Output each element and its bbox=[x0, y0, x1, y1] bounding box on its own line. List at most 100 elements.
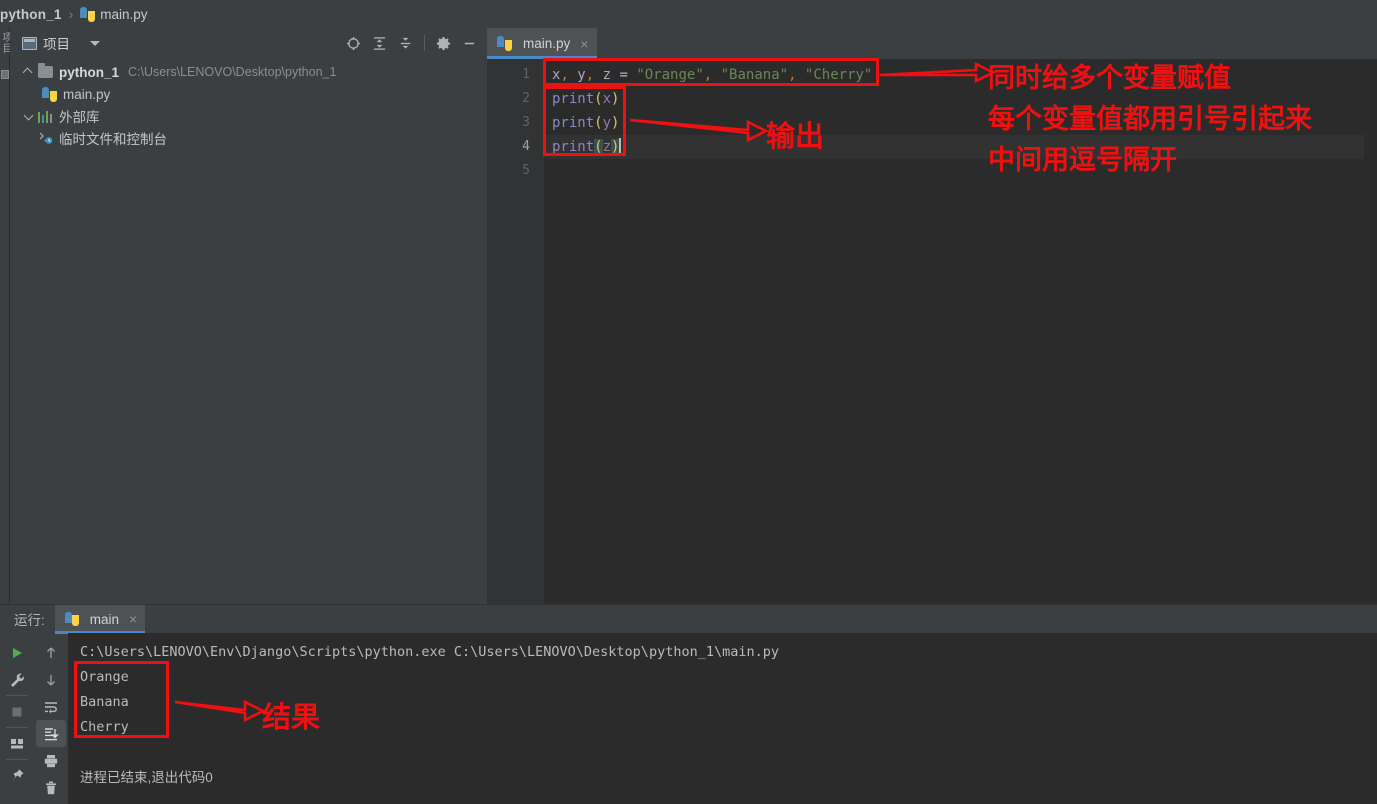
project-panel-title: 项目 bbox=[43, 37, 70, 52]
code-token: = bbox=[611, 67, 637, 83]
folder-icon bbox=[38, 63, 53, 78]
breadcrumb: python_1 › main.py bbox=[0, 0, 1377, 28]
project-view-icon bbox=[22, 36, 37, 50]
code-token: ( bbox=[594, 91, 603, 107]
line-number: 1 bbox=[522, 67, 530, 82]
code-token: "Banana" bbox=[712, 67, 789, 83]
stop-icon[interactable] bbox=[2, 698, 32, 725]
python-file-icon bbox=[497, 36, 512, 51]
code-token: print bbox=[552, 139, 595, 155]
tree-item-external-libraries[interactable]: 外部库 bbox=[10, 105, 487, 127]
code-token: , bbox=[703, 67, 713, 83]
run-icon[interactable] bbox=[2, 639, 32, 666]
print-icon[interactable] bbox=[36, 747, 66, 774]
stripe-structure-icon[interactable] bbox=[1, 70, 9, 79]
code-token: ( bbox=[594, 115, 603, 131]
expand-all-icon[interactable] bbox=[372, 36, 387, 51]
console-command: C:\Users\LENOVO\Env\Django\Scripts\pytho… bbox=[80, 644, 779, 660]
tree-item-path: C:\Users\LENOVO\Desktop\python_1 bbox=[128, 65, 337, 79]
tree-item-scratches[interactable]: 临时文件和控制台 bbox=[10, 127, 487, 149]
line-number: 2 bbox=[522, 91, 530, 106]
line-number: 5 bbox=[522, 163, 530, 178]
project-panel: 项目 python_1 C:\Users\LENOVO\Desktop\pyth… bbox=[10, 28, 487, 604]
console-exit-message: 进程已结束,退出代码0 bbox=[80, 770, 213, 785]
python-file-icon bbox=[80, 6, 96, 22]
layout-icon[interactable] bbox=[2, 730, 32, 757]
code-token: , bbox=[788, 67, 797, 83]
tab-label: main.py bbox=[523, 36, 571, 51]
code-token: ) bbox=[611, 139, 620, 155]
code-token: print bbox=[552, 115, 595, 131]
code-token: print bbox=[552, 91, 595, 107]
code-token: ) bbox=[611, 115, 620, 131]
text-caret bbox=[619, 138, 621, 154]
wrench-icon[interactable] bbox=[2, 666, 32, 693]
console-output-line: Banana bbox=[80, 694, 129, 710]
code-token: z bbox=[594, 67, 612, 83]
scratches-icon bbox=[38, 131, 54, 145]
pycharm-window: python_1 › main.py 项目 项目 python_1 C:\Use… bbox=[0, 0, 1377, 804]
breadcrumb-file[interactable]: main.py bbox=[100, 7, 147, 22]
scroll-to-end-icon[interactable] bbox=[36, 720, 66, 747]
line-number-gutter: 1 2 3 4 5 bbox=[487, 59, 544, 604]
code-token: y bbox=[568, 67, 586, 83]
scroll-down-icon[interactable] bbox=[36, 666, 66, 693]
code-line-2: print(x) bbox=[544, 87, 1377, 111]
tree-item-label: 外部库 bbox=[59, 110, 100, 125]
chevron-down-icon[interactable] bbox=[90, 40, 100, 46]
line-number: 3 bbox=[522, 115, 530, 130]
close-icon[interactable]: × bbox=[129, 611, 137, 627]
run-toolbar-left bbox=[0, 633, 34, 804]
python-file-icon bbox=[42, 86, 57, 102]
run-tab-main[interactable]: main × bbox=[54, 604, 146, 634]
code-token: , bbox=[585, 67, 595, 83]
editor-scrollbar[interactable] bbox=[1364, 90, 1377, 635]
breadcrumb-project[interactable]: python_1 bbox=[0, 7, 62, 22]
minimize-icon[interactable] bbox=[462, 36, 477, 51]
code-line-3: print(y) bbox=[544, 111, 1377, 135]
project-panel-toolbar bbox=[346, 35, 481, 51]
run-panel-header: 运行: main × bbox=[0, 604, 1377, 634]
tab-main-py[interactable]: main.py × bbox=[487, 28, 598, 59]
console-output[interactable]: C:\Users\LENOVO\Env\Django\Scripts\pytho… bbox=[68, 633, 1377, 804]
tree-item-python_1[interactable]: python_1 C:\Users\LENOVO\Desktop\python_… bbox=[10, 61, 487, 83]
tree-item-label: python_1 bbox=[59, 64, 120, 80]
tree-item-main-py[interactable]: main.py bbox=[10, 83, 487, 105]
project-tree: python_1 C:\Users\LENOVO\Desktop\python_… bbox=[10, 58, 487, 149]
settings-icon[interactable] bbox=[436, 36, 451, 51]
run-panel-body: C:\Users\LENOVO\Env\Django\Scripts\pytho… bbox=[0, 633, 1377, 804]
breadcrumb-separator: › bbox=[68, 6, 74, 22]
tree-item-label: 临时文件和控制台 bbox=[59, 132, 167, 147]
code-token: "Orange" bbox=[636, 67, 704, 83]
editor-area: main.py × 1 2 3 4 5 x, y, z = "Orange", … bbox=[487, 28, 1377, 635]
run-panel-label: 运行: bbox=[14, 613, 45, 628]
console-output-line: Orange bbox=[80, 669, 129, 685]
code-editor[interactable]: 1 2 3 4 5 x, y, z = "Orange", "Banana", … bbox=[487, 59, 1377, 635]
library-icon bbox=[38, 110, 53, 123]
collapse-all-icon[interactable] bbox=[398, 36, 413, 51]
soft-wrap-icon[interactable] bbox=[36, 693, 66, 720]
editor-tabbar: main.py × bbox=[487, 28, 1377, 59]
pin-icon[interactable] bbox=[2, 762, 32, 789]
chevron-right-icon[interactable] bbox=[22, 109, 36, 123]
code-token: y bbox=[602, 115, 612, 131]
toolbar-divider bbox=[6, 759, 28, 760]
run-tab-label: main bbox=[89, 611, 120, 627]
toolbar-divider bbox=[6, 695, 28, 696]
chevron-expand-icon[interactable] bbox=[22, 65, 36, 79]
scroll-up-icon[interactable] bbox=[36, 639, 66, 666]
trash-icon[interactable] bbox=[36, 774, 66, 801]
code-token: ) bbox=[611, 91, 620, 107]
code-line-1: x, y, z = "Orange", "Banana", "Cherry" bbox=[544, 63, 1377, 87]
close-icon[interactable]: × bbox=[580, 36, 588, 52]
project-title-group[interactable]: 项目 bbox=[22, 33, 100, 53]
toolbar-divider bbox=[424, 35, 425, 51]
line-number: 4 bbox=[522, 139, 530, 154]
code-token: ( bbox=[594, 139, 603, 155]
code-content[interactable]: x, y, z = "Orange", "Banana", "Cherry" p… bbox=[544, 59, 1377, 604]
locate-icon[interactable] bbox=[346, 36, 361, 51]
run-toolbar-console bbox=[34, 633, 68, 804]
code-token: x bbox=[602, 91, 612, 107]
run-panel: 运行: main × C:\Users\LENOVO\Env\Django\Sc… bbox=[0, 604, 1377, 804]
